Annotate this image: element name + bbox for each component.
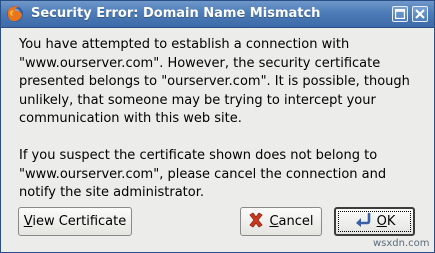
error-message: You have attempted to establish a connec…	[19, 36, 424, 203]
close-button[interactable]	[412, 6, 428, 22]
window-title: Security Error: Domain Name Mismatch	[31, 6, 321, 21]
message-paragraph-2: If you suspect the certificate shown doe…	[19, 147, 424, 203]
message-line: You have attempted to establish a connec…	[19, 37, 350, 52]
message-paragraph-1: You have attempted to establish a connec…	[19, 36, 424, 129]
mnemonic: O	[376, 214, 387, 229]
enter-arrow-icon	[354, 212, 372, 232]
label-text: ancel	[278, 214, 314, 229]
cancel-label: Cancel	[269, 214, 313, 229]
view-certificate-button[interactable]: View Certificate	[18, 207, 132, 236]
message-line: notify the site administrator.	[19, 185, 205, 200]
ok-button-content: OK	[354, 212, 396, 232]
mnemonic: C	[269, 214, 279, 229]
close-icon	[415, 9, 425, 19]
message-line: If you suspect the certificate shown doe…	[19, 148, 378, 163]
maximize-button[interactable]	[392, 6, 408, 22]
maximize-icon	[395, 9, 405, 19]
cancel-button[interactable]: Cancel	[240, 207, 322, 236]
title-bar[interactable]: Security Error: Domain Name Mismatch	[1, 1, 434, 28]
firefox-icon	[6, 5, 24, 23]
label-text: K	[386, 214, 396, 229]
watermark: wsxdn.com	[373, 238, 430, 249]
cancel-x-icon	[248, 211, 264, 232]
ok-button[interactable]: OK	[334, 207, 415, 236]
message-line: "www.ourserver.com". However, the securi…	[19, 55, 381, 71]
label-text: iew Certificate	[32, 214, 127, 229]
message-line: "www.ourserver.com", please cancel the c…	[19, 166, 387, 182]
message-line: communication with this web site.	[19, 111, 242, 126]
message-line: unlikely, that someone may be trying to …	[19, 92, 376, 108]
view-certificate-label: View Certificate	[24, 214, 127, 229]
message-line: presented belongs to "ourserver.com". It…	[19, 74, 410, 89]
dialog-window: Security Error: Domain Name Mismatch You…	[0, 0, 435, 253]
ok-label: OK	[377, 214, 396, 229]
